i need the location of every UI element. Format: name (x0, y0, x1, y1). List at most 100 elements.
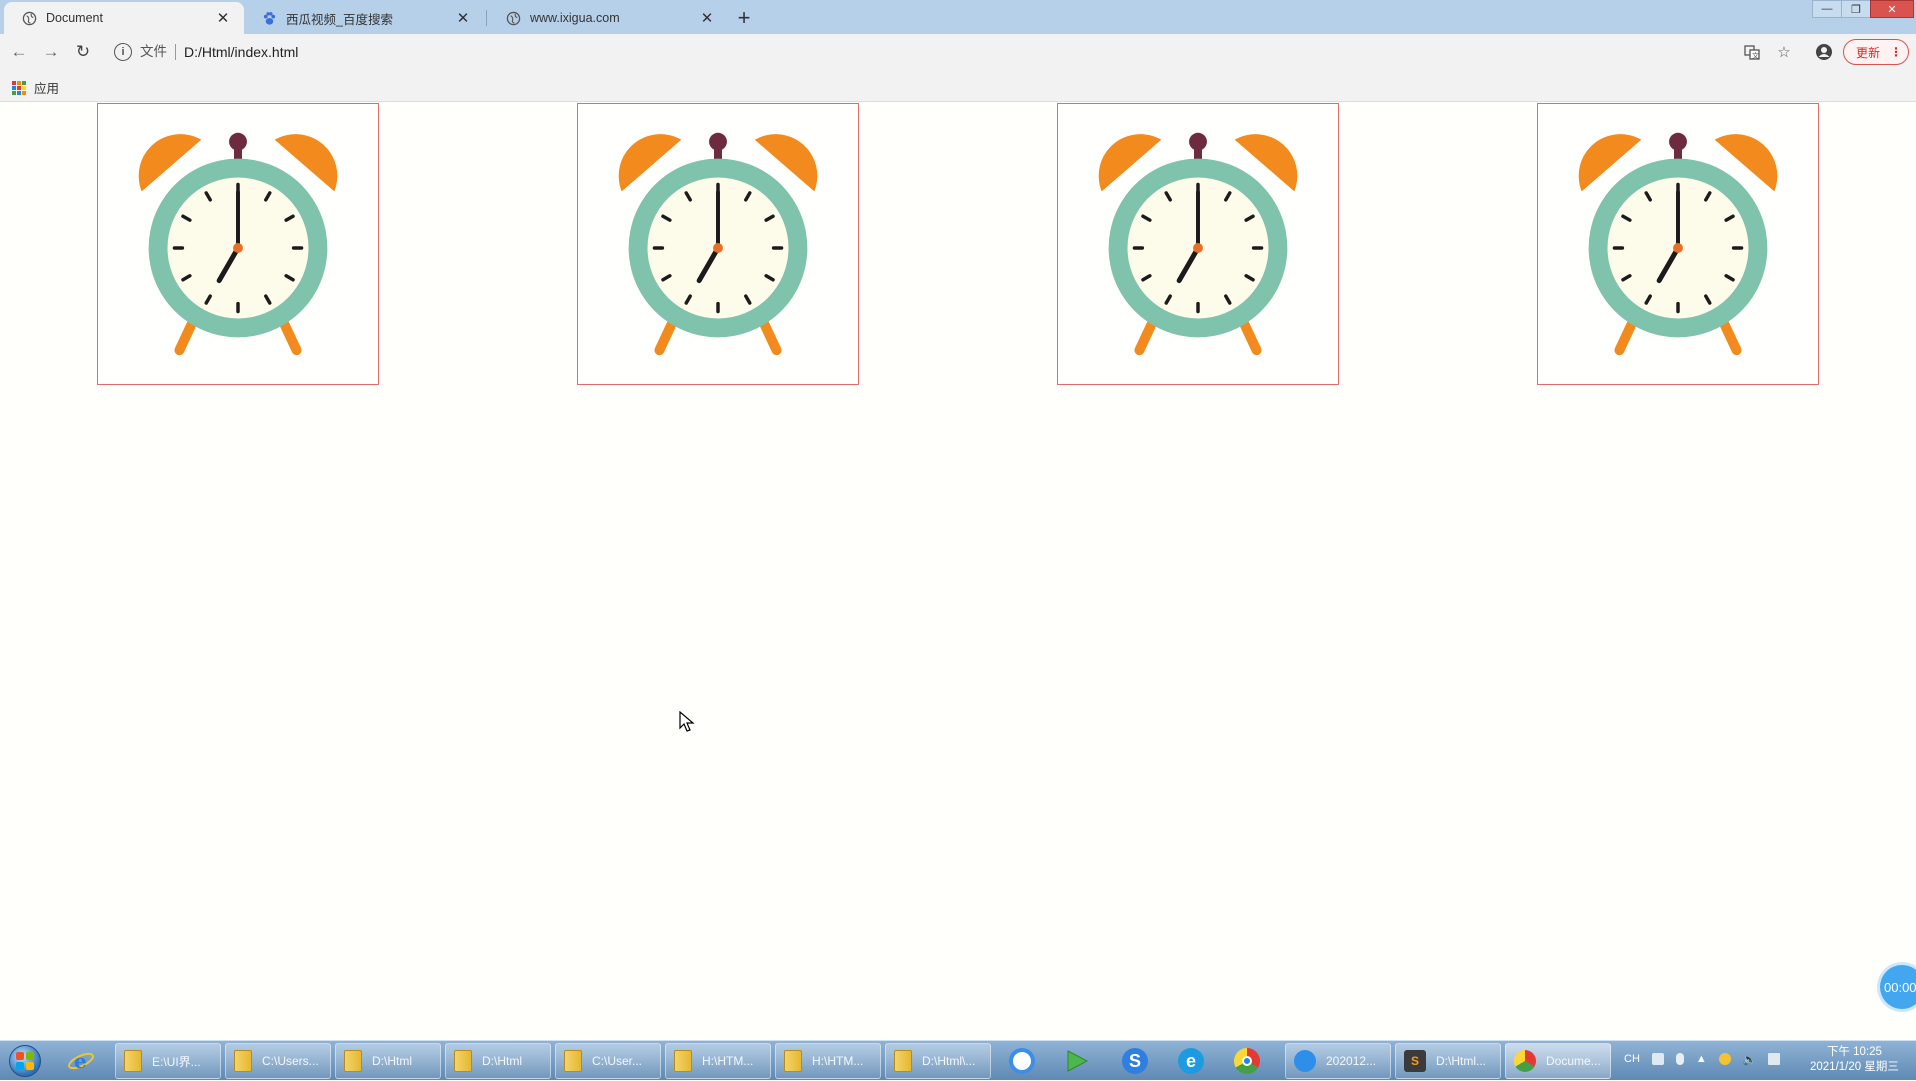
bookmarks-bar: 应用 (0, 70, 1916, 102)
taskbar-item-folder-2[interactable]: C:\Users... (225, 1043, 331, 1079)
clock-box-1 (97, 103, 379, 385)
cloud-app-icon (1294, 1050, 1316, 1072)
alarm-clock-icon (1098, 132, 1298, 356)
clock-date: 2021/1/20 星期三 (1810, 1061, 1899, 1073)
network-icon[interactable] (1768, 1053, 1781, 1065)
taskbar-item-folder-4[interactable]: D:\Html (445, 1043, 551, 1079)
clock-box-2 (577, 103, 859, 385)
page-viewport: 00:00 (0, 103, 1916, 1040)
sogou-input-icon[interactable]: S (1118, 1044, 1152, 1078)
translate-icon[interactable]: 文 (1742, 42, 1762, 62)
close-tab-icon[interactable]: ✕ (698, 9, 716, 27)
address-bar[interactable]: i 文件 D:/Html/index.html (108, 37, 1778, 67)
microphone-icon[interactable] (1675, 1053, 1684, 1065)
folder-icon (564, 1050, 582, 1072)
clock-knob (1669, 132, 1687, 151)
taskbar-item-label: Docume... (1546, 1054, 1601, 1068)
taskbar-item-folder-1[interactable]: E:\UI界... (115, 1043, 221, 1079)
tab-baidu-search[interactable]: 西瓜视频_百度搜索 ✕ (244, 2, 484, 34)
center-pin (713, 243, 723, 253)
center-pin (1193, 243, 1203, 253)
info-icon[interactable]: i (114, 43, 132, 61)
taskbar-item-label: 202012... (1326, 1054, 1377, 1068)
close-tab-icon[interactable]: ✕ (214, 9, 232, 27)
tab-ixigua[interactable]: www.ixigua.com ✕ (488, 2, 728, 34)
folder-icon (344, 1050, 362, 1072)
left-foot (1614, 315, 1639, 356)
windows-logo-icon (9, 1045, 41, 1077)
chevron-up-icon[interactable]: ▲ (1696, 1053, 1707, 1065)
chrome-icon[interactable] (1230, 1044, 1264, 1078)
close-tab-icon[interactable]: ✕ (454, 9, 472, 27)
volume-icon[interactable]: 🔈 (1743, 1053, 1757, 1066)
alarm-clock-icon (618, 132, 818, 356)
update-button[interactable]: 更新 ⋮ (1843, 39, 1909, 65)
baidu-paw-icon (262, 11, 277, 26)
clock-knob (709, 132, 727, 151)
tab-document[interactable]: Document ✕ (4, 2, 244, 34)
address-url[interactable]: D:/Html/index.html (184, 44, 298, 60)
apps-shortcut[interactable]: 应用 (12, 78, 59, 97)
bookmark-star-icon[interactable]: ☆ (1774, 42, 1794, 62)
chrome-icon (1514, 1050, 1536, 1072)
left-foot (174, 315, 199, 356)
profile-avatar-icon[interactable] (1814, 42, 1834, 62)
globe-icon (22, 11, 37, 26)
keyboard-icon[interactable] (1651, 1053, 1664, 1065)
taskbar: e E:\UI界... C:\Users... D:\Html D:\Html … (0, 1040, 1916, 1080)
taskbar-item-label: H:\HTM... (812, 1054, 864, 1068)
taskbar-item-label: D:\Html (372, 1054, 412, 1068)
back-arrow-icon[interactable]: ← (8, 41, 30, 63)
system-tray: CH ▲ 🔈 下午 10:25 2021/1/20 星期三 (1624, 1041, 1916, 1081)
taskbar-item-chrome[interactable]: Docume... (1505, 1043, 1611, 1079)
apps-grid-icon (12, 80, 26, 95)
folder-icon (784, 1050, 802, 1072)
right-foot (757, 315, 782, 356)
browser-e-icon[interactable]: e (1174, 1044, 1208, 1078)
taskbar-item-app-1[interactable]: 202012... (1285, 1043, 1391, 1079)
apps-label: 应用 (34, 82, 60, 96)
taskbar-item-folder-7[interactable]: H:\HTM... (775, 1043, 881, 1079)
taskbar-item-sublime[interactable]: S D:\Html... (1395, 1043, 1501, 1079)
baidu-netdisk-icon[interactable] (1005, 1044, 1039, 1078)
alarm-clock-icon (138, 132, 338, 356)
taskbar-item-folder-5[interactable]: C:\User... (555, 1043, 661, 1079)
address-scheme-label: 文件 (140, 44, 176, 60)
taskbar-item-folder-3[interactable]: D:\Html (335, 1043, 441, 1079)
folder-icon (124, 1050, 142, 1072)
center-pin (1673, 243, 1683, 253)
restore-icon[interactable]: ❐ (1841, 0, 1871, 18)
security-shield-icon[interactable] (1718, 1053, 1731, 1065)
ime-indicator[interactable]: CH (1624, 1053, 1640, 1065)
close-window-icon[interactable]: ✕ (1870, 0, 1914, 18)
taskbar-item-folder-8[interactable]: D:\Html\... (885, 1043, 991, 1079)
reload-icon[interactable]: ↻ (72, 41, 94, 63)
tab-divider (486, 10, 487, 26)
taskbar-item-label: E:\UI界... (152, 1054, 201, 1069)
tab-strip: Document ✕ 西瓜视频_百度搜索 ✕ www.ixigua.com ✕ … (0, 0, 1916, 34)
taskbar-item-label: D:\Html... (1436, 1054, 1486, 1068)
taskbar-item-label: C:\User... (592, 1054, 643, 1068)
taskbar-item-folder-6[interactable]: H:\HTM... (665, 1043, 771, 1079)
system-clock[interactable]: 下午 10:25 2021/1/20 星期三 (1810, 1045, 1899, 1075)
new-tab-button[interactable]: + (730, 4, 758, 32)
forward-arrow-icon[interactable]: → (40, 41, 62, 63)
right-foot (1237, 315, 1262, 356)
sublime-text-icon: S (1404, 1050, 1426, 1072)
alarm-clock-icon (1578, 132, 1778, 356)
clock-box-3 (1057, 103, 1339, 385)
tab-title: Document (46, 11, 103, 25)
globe-icon (506, 11, 521, 26)
center-pin (233, 243, 243, 253)
recording-timer[interactable]: 00:00 (1880, 965, 1916, 1009)
folder-icon (454, 1050, 472, 1072)
start-button[interactable] (4, 1042, 46, 1080)
internet-explorer-icon[interactable]: e (64, 1044, 98, 1078)
minimize-icon[interactable]: — (1812, 0, 1842, 18)
taskbar-item-label: D:\Html\... (922, 1054, 976, 1068)
right-foot (1717, 315, 1742, 356)
tab-title: 西瓜视频_百度搜索 (286, 12, 393, 27)
media-player-icon[interactable] (1060, 1044, 1094, 1078)
browser-toolbar: ← → ↻ i 文件 D:/Html/index.html 文 ☆ 更新 ⋮ (0, 34, 1916, 70)
tab-title: www.ixigua.com (530, 11, 620, 25)
